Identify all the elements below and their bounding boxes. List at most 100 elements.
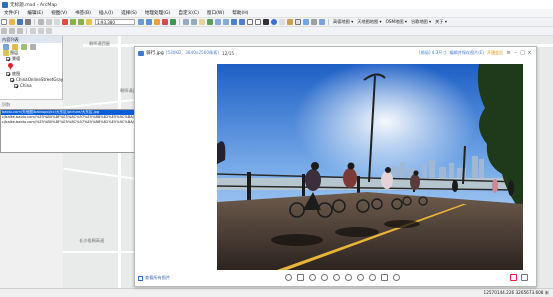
add-data-icon[interactable] [86,19,92,25]
result-item[interactable]: c/baike.baidu.com/%E5%B0%8F%E5%8C%97%E5%… [1,115,134,120]
clear-selection-icon[interactable] [255,19,261,25]
more-icon[interactable] [393,274,400,281]
image-filename: 骑行.jpg [146,51,164,56]
list-by-selection-icon[interactable] [30,43,36,50]
menu-insert[interactable]: 插入(I) [95,10,117,16]
toc-layer-china[interactable]: China [0,83,62,89]
toc-toolbar [0,43,62,50]
redo-icon[interactable] [78,19,84,25]
menu-customize[interactable]: 自定义(C) [174,10,203,16]
previous-icon[interactable] [357,274,364,281]
draw-select-icon[interactable] [1,28,7,34]
minimize-icon[interactable]: – [512,50,519,56]
print-icon[interactable] [25,19,31,25]
html-popup-icon[interactable] [303,19,309,25]
arctoolbox-icon[interactable] [162,19,168,25]
delete-icon[interactable] [381,274,388,281]
cut-icon[interactable] [38,19,44,25]
editor-toolbar-icon[interactable] [138,19,144,25]
find-icon[interactable] [279,19,285,25]
list-by-visibility-icon[interactable] [21,43,27,50]
draw-rectangle-icon[interactable] [9,28,15,34]
delete-icon[interactable] [62,19,68,25]
list-by-source-icon[interactable] [12,43,18,50]
paste-icon[interactable] [54,19,60,25]
time-slider-icon[interactable] [319,19,325,25]
zoom-out-icon[interactable] [191,19,197,25]
menu-icon[interactable]: ≡ [505,50,512,56]
zoom-in-icon[interactable] [309,274,316,281]
toc-title: 内容列表 [0,36,62,43]
photo-display[interactable] [217,64,523,270]
copy-icon[interactable] [46,19,52,25]
viewer-controls [285,274,400,281]
member-link[interactable]: 开通会员 [487,50,503,56]
go-to-xy-icon[interactable] [311,19,317,25]
help-icon[interactable] [285,274,292,281]
menu-edit[interactable]: 编辑(E) [23,10,47,16]
menu-windows[interactable]: 窗口(W) [203,10,228,16]
pan-icon[interactable] [199,19,205,25]
fullscreen-icon[interactable] [521,274,528,281]
new-document-icon[interactable] [1,19,7,25]
forward-extent-icon[interactable] [239,19,245,25]
standard-toolbar: 1:93,380 高德地图 ▾ 天地图地图 ▾ OSM地图 ▾ 谷歌地图 ▾ 关… [0,18,553,27]
basemap-link-osm[interactable]: OSM地图 ▾ [384,19,409,25]
sketch-tool-icon[interactable] [38,28,44,34]
menu-selection[interactable]: 选择(S) [117,10,141,16]
draw-text-icon[interactable] [17,28,23,34]
layer-visibility-checkbox[interactable] [14,84,18,88]
identify-icon[interactable] [271,19,277,25]
select-features-icon[interactable] [247,19,253,25]
measure-icon[interactable] [287,19,293,25]
viewer-bottom-bar: 查看所有图片 [135,270,536,286]
menu-view[interactable]: 视图(V) [47,10,71,16]
layer-visibility-checkbox[interactable] [10,78,14,82]
toc-item-label: 景德 [12,56,21,61]
format-tag[interactable]: [格局] 4:3尺寸 [419,50,446,56]
edit-save-link[interactable]: 编辑并保存图片(E) [450,50,484,56]
results-panel-title: 识别 [0,99,63,109]
layer-visibility-checkbox[interactable] [6,57,10,61]
layer-visibility-checkbox[interactable] [6,72,10,76]
map-scale-input[interactable]: 1:93,380 [95,19,135,25]
basemap-link-tianditu[interactable]: 天地图地图 ▾ [355,19,383,25]
save-icon[interactable] [17,19,23,25]
fit-window-icon[interactable] [297,274,304,281]
rotate-left-icon[interactable] [333,274,340,281]
view-all-photos-link[interactable]: 查看所有图片 [138,275,170,281]
editor-tool-icon[interactable] [30,28,36,34]
fixed-zoom-out-icon[interactable] [223,19,229,25]
menu-geoprocessing[interactable]: 地理处理(G) [141,10,175,16]
undo-icon[interactable] [70,19,76,25]
basemap-link-amap[interactable]: 高德地图 ▾ [331,19,355,25]
table-of-contents-icon[interactable] [146,19,152,25]
next-icon[interactable] [369,274,376,281]
table-of-contents: 内容列表 图层 景德 底图 ChinaOnlineStreetGray Chin… [0,36,63,99]
menu-bar: 文件(F) 编辑(E) 视图(V) 书签(B) 插入(I) 选择(S) 地理处理… [0,9,553,18]
fixed-zoom-in-icon[interactable] [215,19,221,25]
list-by-drawing-order-icon[interactable] [3,43,9,50]
back-extent-icon[interactable] [231,19,237,25]
results-list[interactable]: baidu.com/天地图/baidupoi/cc/大东区/picture/大东… [0,109,135,153]
full-extent-icon[interactable] [207,19,213,25]
open-folder-icon[interactable] [9,19,15,25]
basemap-link-about[interactable]: 关于 ▾ [433,19,449,25]
select-elements-icon[interactable] [263,19,269,25]
rotate-right-icon[interactable] [345,274,352,281]
menu-help[interactable]: 帮助(H) [228,10,252,16]
vertex-tool-icon[interactable] [46,28,52,34]
map-pin-icon [8,63,13,70]
result-item[interactable]: c/baike.baidu.com/%E5%B0%8F%E5%8C%97%E5%… [1,120,134,125]
zoom-out-icon[interactable] [321,274,328,281]
edit-tools-icon[interactable] [510,274,517,281]
zoom-in-icon[interactable] [183,19,189,25]
basemap-link-google[interactable]: 谷歌地图 ▾ [409,19,433,25]
catalog-icon[interactable] [154,19,160,25]
hyperlink-icon[interactable] [295,19,301,25]
close-icon[interactable]: × [526,50,533,56]
python-icon[interactable] [170,19,176,25]
maximize-icon[interactable]: □ [519,50,526,56]
menu-file[interactable]: 文件(F) [0,10,23,16]
menu-bookmarks[interactable]: 书签(B) [71,10,95,16]
